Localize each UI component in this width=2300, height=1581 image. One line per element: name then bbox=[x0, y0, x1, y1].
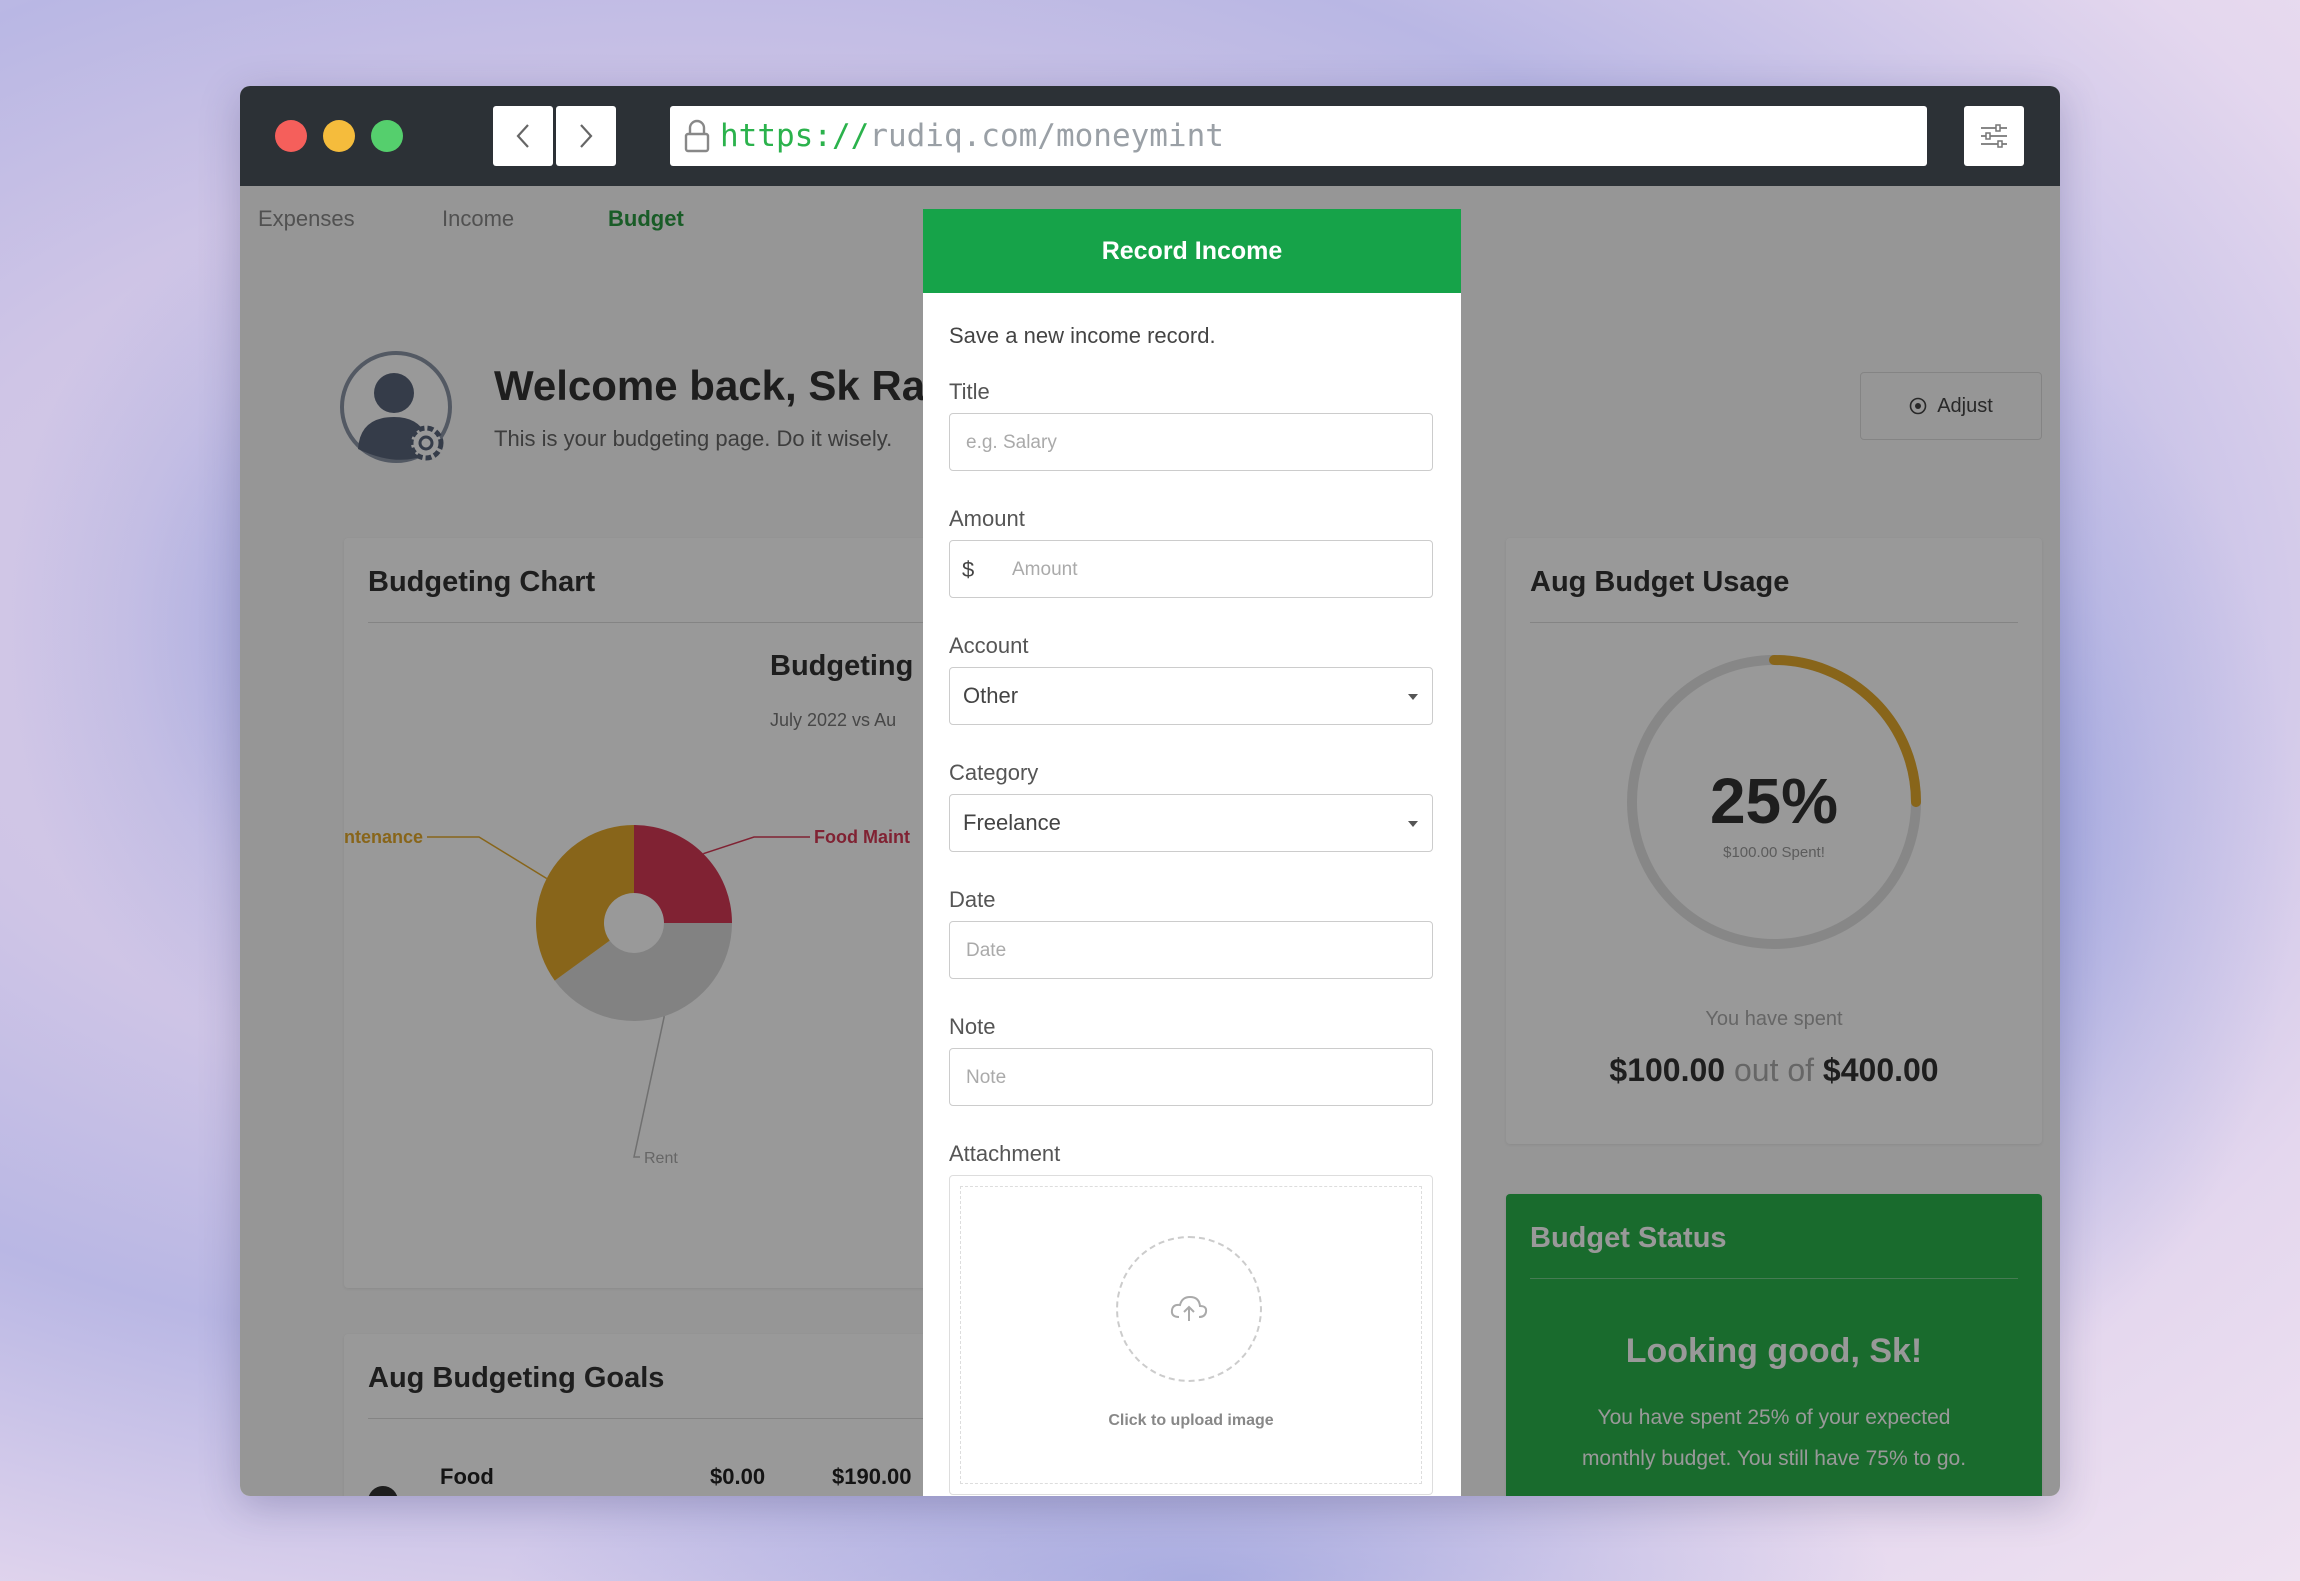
url-host-path: rudiq.com/moneymint bbox=[869, 118, 1224, 154]
account-select[interactable]: Other bbox=[949, 667, 1433, 725]
caret-down-icon bbox=[1408, 694, 1418, 700]
modal-title: Record Income bbox=[1101, 236, 1283, 265]
modal-header: Record Income bbox=[923, 209, 1461, 293]
lock-icon bbox=[684, 119, 710, 153]
browser-window: https://rudiq.com/moneymint Expenses Inc… bbox=[240, 86, 2060, 1496]
chevron-right-icon bbox=[580, 124, 593, 148]
cloud-upload-icon bbox=[1170, 1295, 1208, 1321]
forward-button[interactable] bbox=[556, 106, 616, 166]
account-label: Account bbox=[949, 633, 1029, 658]
attachment-upload-area[interactable]: Click to upload image bbox=[949, 1175, 1433, 1495]
account-value: Other bbox=[963, 683, 1019, 708]
note-label: Note bbox=[949, 1014, 996, 1039]
caret-down-icon bbox=[1408, 821, 1418, 827]
sliders-icon bbox=[1981, 124, 2007, 148]
amount-label: Amount bbox=[949, 506, 1025, 531]
date-label: Date bbox=[949, 887, 996, 912]
category-value: Freelance bbox=[963, 810, 1061, 835]
minimize-window-button[interactable] bbox=[323, 120, 355, 152]
modal-subtitle: Save a new income record. bbox=[949, 323, 1216, 348]
title-label: Title bbox=[949, 379, 990, 404]
maximize-window-button[interactable] bbox=[371, 120, 403, 152]
close-window-button[interactable] bbox=[275, 120, 307, 152]
category-label: Category bbox=[949, 760, 1039, 785]
url-scheme: https:// bbox=[720, 118, 870, 154]
amount-input[interactable]: $ Amount bbox=[949, 540, 1433, 598]
attachment-label: Attachment bbox=[949, 1141, 1061, 1166]
upload-text: Click to upload image bbox=[1108, 1412, 1274, 1429]
title-placeholder: e.g. Salary bbox=[966, 432, 1057, 453]
browser-titlebar: https://rudiq.com/moneymint bbox=[240, 86, 2060, 186]
date-placeholder: Date bbox=[966, 940, 1007, 961]
note-placeholder: Note bbox=[966, 1067, 1007, 1088]
page-content: Expenses Income Budget Welcome back, Sk … bbox=[240, 186, 2060, 1496]
record-income-modal: Record Income Save a new income record. … bbox=[923, 209, 1461, 1496]
address-bar[interactable]: https://rudiq.com/moneymint bbox=[670, 106, 1927, 166]
amount-placeholder: Amount bbox=[1012, 559, 1078, 580]
back-button[interactable] bbox=[493, 106, 553, 166]
category-select[interactable]: Freelance bbox=[949, 794, 1433, 852]
note-input[interactable]: Note bbox=[949, 1048, 1433, 1106]
upload-circle bbox=[1116, 1236, 1262, 1382]
currency-prefix: $ bbox=[962, 557, 975, 582]
date-input[interactable]: Date bbox=[949, 921, 1433, 979]
browser-settings-button[interactable] bbox=[1964, 106, 2024, 166]
title-input[interactable]: e.g. Salary bbox=[949, 413, 1433, 471]
url-text: https://rudiq.com/moneymint bbox=[720, 118, 1224, 154]
chevron-left-icon bbox=[516, 124, 529, 148]
